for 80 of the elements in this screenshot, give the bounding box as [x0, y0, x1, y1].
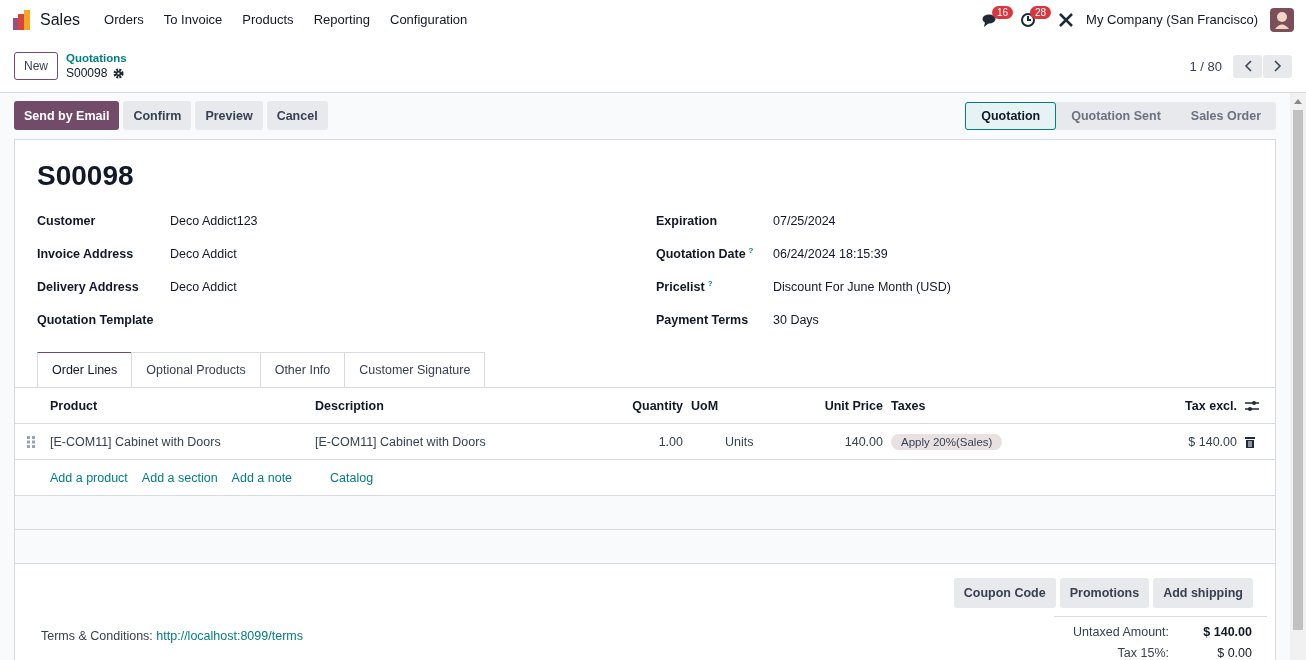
menu-item[interactable]: Configuration — [380, 12, 478, 27]
total-value: $ 140.00 — [1202, 624, 1252, 639]
field-label: Customer — [37, 213, 97, 228]
clock-icon[interactable] — [1020, 11, 1037, 28]
message-count: 16 — [992, 5, 1014, 19]
action-button[interactable]: Confirm — [123, 101, 192, 130]
activity-count: 28 — [1030, 5, 1052, 19]
column-header[interactable]: Quantity — [585, 398, 691, 413]
field-value[interactable]: Deco Addict123 — [170, 213, 258, 228]
next-button[interactable] — [1263, 54, 1292, 78]
table-cell-text: 1.00 — [657, 434, 684, 449]
scroll-up-icon[interactable] — [1294, 99, 1302, 104]
status-step[interactable]: Quotation Sent — [1056, 101, 1176, 130]
status-step[interactable]: Quotation — [965, 101, 1057, 130]
field-label: Invoice Address — [37, 246, 135, 261]
add-line-link[interactable]: Add a section — [141, 470, 218, 485]
help-mark[interactable]: ? — [748, 245, 754, 255]
status-step[interactable]: Sales Order — [1175, 101, 1276, 130]
help-mark[interactable]: ? — [707, 278, 713, 288]
record-reference: S00098 — [66, 66, 108, 81]
table-cell-text: [E-COM11] Cabinet with Doors — [50, 434, 222, 449]
action-button[interactable]: Cancel — [266, 101, 328, 130]
tab[interactable]: Order Lines — [37, 352, 133, 388]
footer-button[interactable]: Add shipping — [1153, 578, 1253, 608]
action-button[interactable]: Preview — [195, 101, 263, 130]
total-label: Tax 15%: — [1116, 645, 1169, 660]
column-header[interactable]: Description — [315, 398, 585, 413]
breadcrumb-link[interactable]: Quotations — [66, 51, 127, 66]
field-label: Quotation Date $^{?}$ — [656, 245, 755, 262]
terms-text: Terms & Conditions: http://localhost:8099/terms — [41, 629, 303, 643]
field-value[interactable]: 06/24/2024 18:15:39 — [773, 246, 888, 261]
tax-tag[interactable]: Apply 20%(Sales) — [891, 433, 1003, 450]
terms-link[interactable]: http://localhost:8099/terms — [156, 629, 303, 643]
field-value[interactable]: Deco Addict — [170, 246, 237, 261]
field-label: Payment Terms — [656, 312, 750, 327]
table-cell-text: Units — [724, 434, 755, 449]
pager-value: 1 / 80 — [1189, 58, 1222, 74]
table-cell-text: 140.00 — [843, 434, 884, 449]
field-value[interactable]: Discount For June Month (USD) — [773, 279, 951, 294]
menu-item[interactable]: Orders — [94, 12, 154, 27]
new-button[interactable]: New — [14, 52, 58, 80]
field-value[interactable]: 30 Days — [773, 312, 819, 327]
avatar[interactable] — [1270, 7, 1294, 32]
add-line-link[interactable]: Catalog — [330, 470, 374, 485]
field-value[interactable]: Deco Addict — [170, 279, 237, 294]
add-line-link[interactable]: Add a note — [231, 470, 293, 485]
previous-button[interactable] — [1233, 54, 1262, 78]
table-cell-text: $ 140.00 — [1187, 434, 1238, 449]
column-header[interactable]: Unit Price — [791, 398, 891, 413]
app-logo-icon[interactable] — [12, 9, 32, 30]
app-name[interactable]: Sales — [40, 10, 81, 29]
add-line-link[interactable]: Add a product — [50, 470, 128, 485]
field-value[interactable]: 07/25/2024 — [773, 213, 836, 228]
tab[interactable]: Customer Signature — [344, 352, 486, 388]
chevron-right-icon — [1273, 60, 1282, 72]
column-header[interactable]: Product — [50, 398, 315, 413]
drag-handle-icon[interactable] — [27, 435, 35, 448]
settings-icon[interactable] — [1245, 399, 1259, 412]
menu-item[interactable]: Products — [232, 12, 304, 27]
trash-icon[interactable] — [1245, 435, 1255, 448]
company-name[interactable]: My Company (San Francisco) — [1086, 12, 1258, 27]
gear-icon[interactable] — [113, 68, 125, 79]
column-header[interactable]: Taxes — [891, 398, 1115, 413]
footer-button[interactable]: Promotions — [1059, 578, 1150, 608]
column-header[interactable]: Tax excl. — [1115, 398, 1245, 413]
total-label: Untaxed Amount: — [1072, 624, 1169, 639]
record-title: S00098 — [37, 160, 135, 192]
field-label: Delivery Address — [37, 279, 140, 294]
total-value: $ 0.00 — [1216, 645, 1252, 660]
footer-button[interactable]: Coupon Code — [953, 578, 1056, 608]
menu-item[interactable]: To Invoice — [153, 12, 233, 27]
action-button[interactable]: Send by Email — [14, 101, 120, 130]
menu-item[interactable]: Reporting — [303, 12, 380, 27]
column-header[interactable]: UoM — [691, 398, 791, 413]
field-label: Expiration — [656, 213, 719, 228]
chevron-left-icon — [1243, 60, 1252, 72]
field-label: Pricelist $^{?}$ — [656, 278, 714, 295]
table-cell-text: [E-COM11] Cabinet with Doors — [315, 434, 487, 449]
scrollbar-thumb[interactable] — [1293, 110, 1303, 630]
field-label: Quotation Template — [37, 312, 155, 327]
